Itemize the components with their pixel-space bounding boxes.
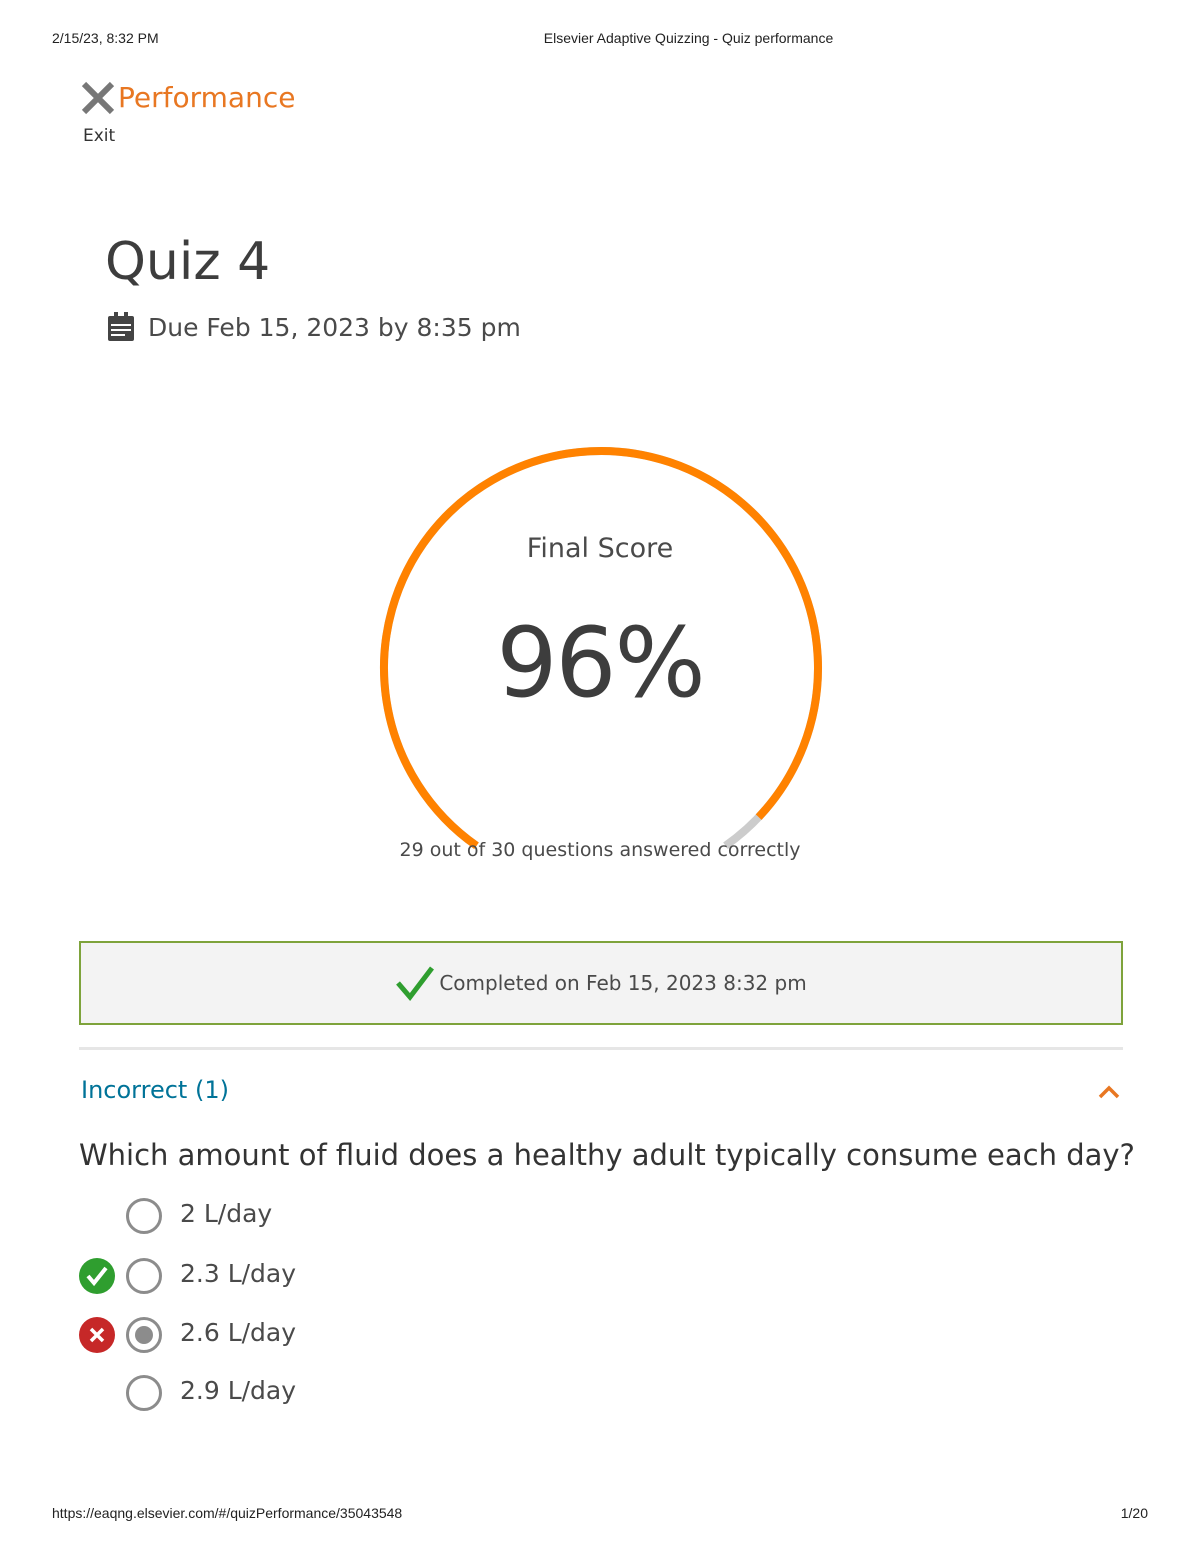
checkmark-icon	[396, 966, 435, 1001]
score-summary: 29 out of 30 questions answered correctl…	[399, 839, 801, 861]
answer-option-label: 2 L/day	[180, 1199, 273, 1228]
print-url: https://eaqng.elsevier.com/#/quizPerform…	[52, 1505, 403, 1521]
incorrect-section-title: Incorrect (1)	[81, 1076, 229, 1104]
divider	[79, 1047, 1123, 1050]
radio-button[interactable]	[125, 1197, 163, 1235]
due-text: Due Feb 15, 2023 by 8:35 pm	[148, 312, 521, 342]
question-text: Which amount of fluid does a healthy adu…	[79, 1138, 1135, 1172]
completion-banner: Completed on Feb 15, 2023 8:32 pm	[79, 941, 1123, 1025]
radio-button-selected[interactable]	[125, 1316, 163, 1354]
score-gauge: Final Score 96% 29 out of 30 questions a…	[370, 445, 830, 875]
answer-option[interactable]: 2.6 L/day	[78, 1315, 478, 1355]
incorrect-section-toggle[interactable]: Incorrect (1)	[79, 1070, 1123, 1114]
answer-option[interactable]: 2.9 L/day	[78, 1373, 478, 1413]
close-icon	[81, 81, 115, 115]
answer-option[interactable]: 2.3 L/day	[78, 1256, 478, 1296]
answer-option-label: 2.9 L/day	[180, 1376, 297, 1405]
calendar-icon	[108, 312, 134, 341]
chevron-up-icon[interactable]	[1097, 1080, 1121, 1104]
correct-check-icon	[79, 1258, 115, 1294]
answer-option[interactable]: 2 L/day	[78, 1196, 478, 1236]
radio-button[interactable]	[125, 1257, 163, 1295]
final-score-value: 96%	[496, 607, 705, 719]
page-title: Performance	[118, 81, 296, 114]
exit-button[interactable]: Exit	[78, 78, 120, 148]
final-score-label: Final Score	[526, 533, 674, 564]
due-date: Due Feb 15, 2023 by 8:35 pm	[106, 310, 521, 344]
answer-option-label: 2.3 L/day	[180, 1259, 297, 1288]
print-doc-title: Elsevier Adaptive Quizzing - Quiz perfor…	[543, 30, 834, 46]
completion-text: Completed on Feb 15, 2023 8:32 pm	[439, 971, 807, 995]
quiz-title: Quiz 4	[105, 232, 271, 292]
incorrect-x-icon	[79, 1317, 115, 1353]
answer-option-label: 2.6 L/day	[180, 1318, 297, 1347]
exit-label: Exit	[83, 126, 116, 146]
radio-button[interactable]	[125, 1374, 163, 1412]
print-page-number: 1/20	[1120, 1505, 1148, 1521]
